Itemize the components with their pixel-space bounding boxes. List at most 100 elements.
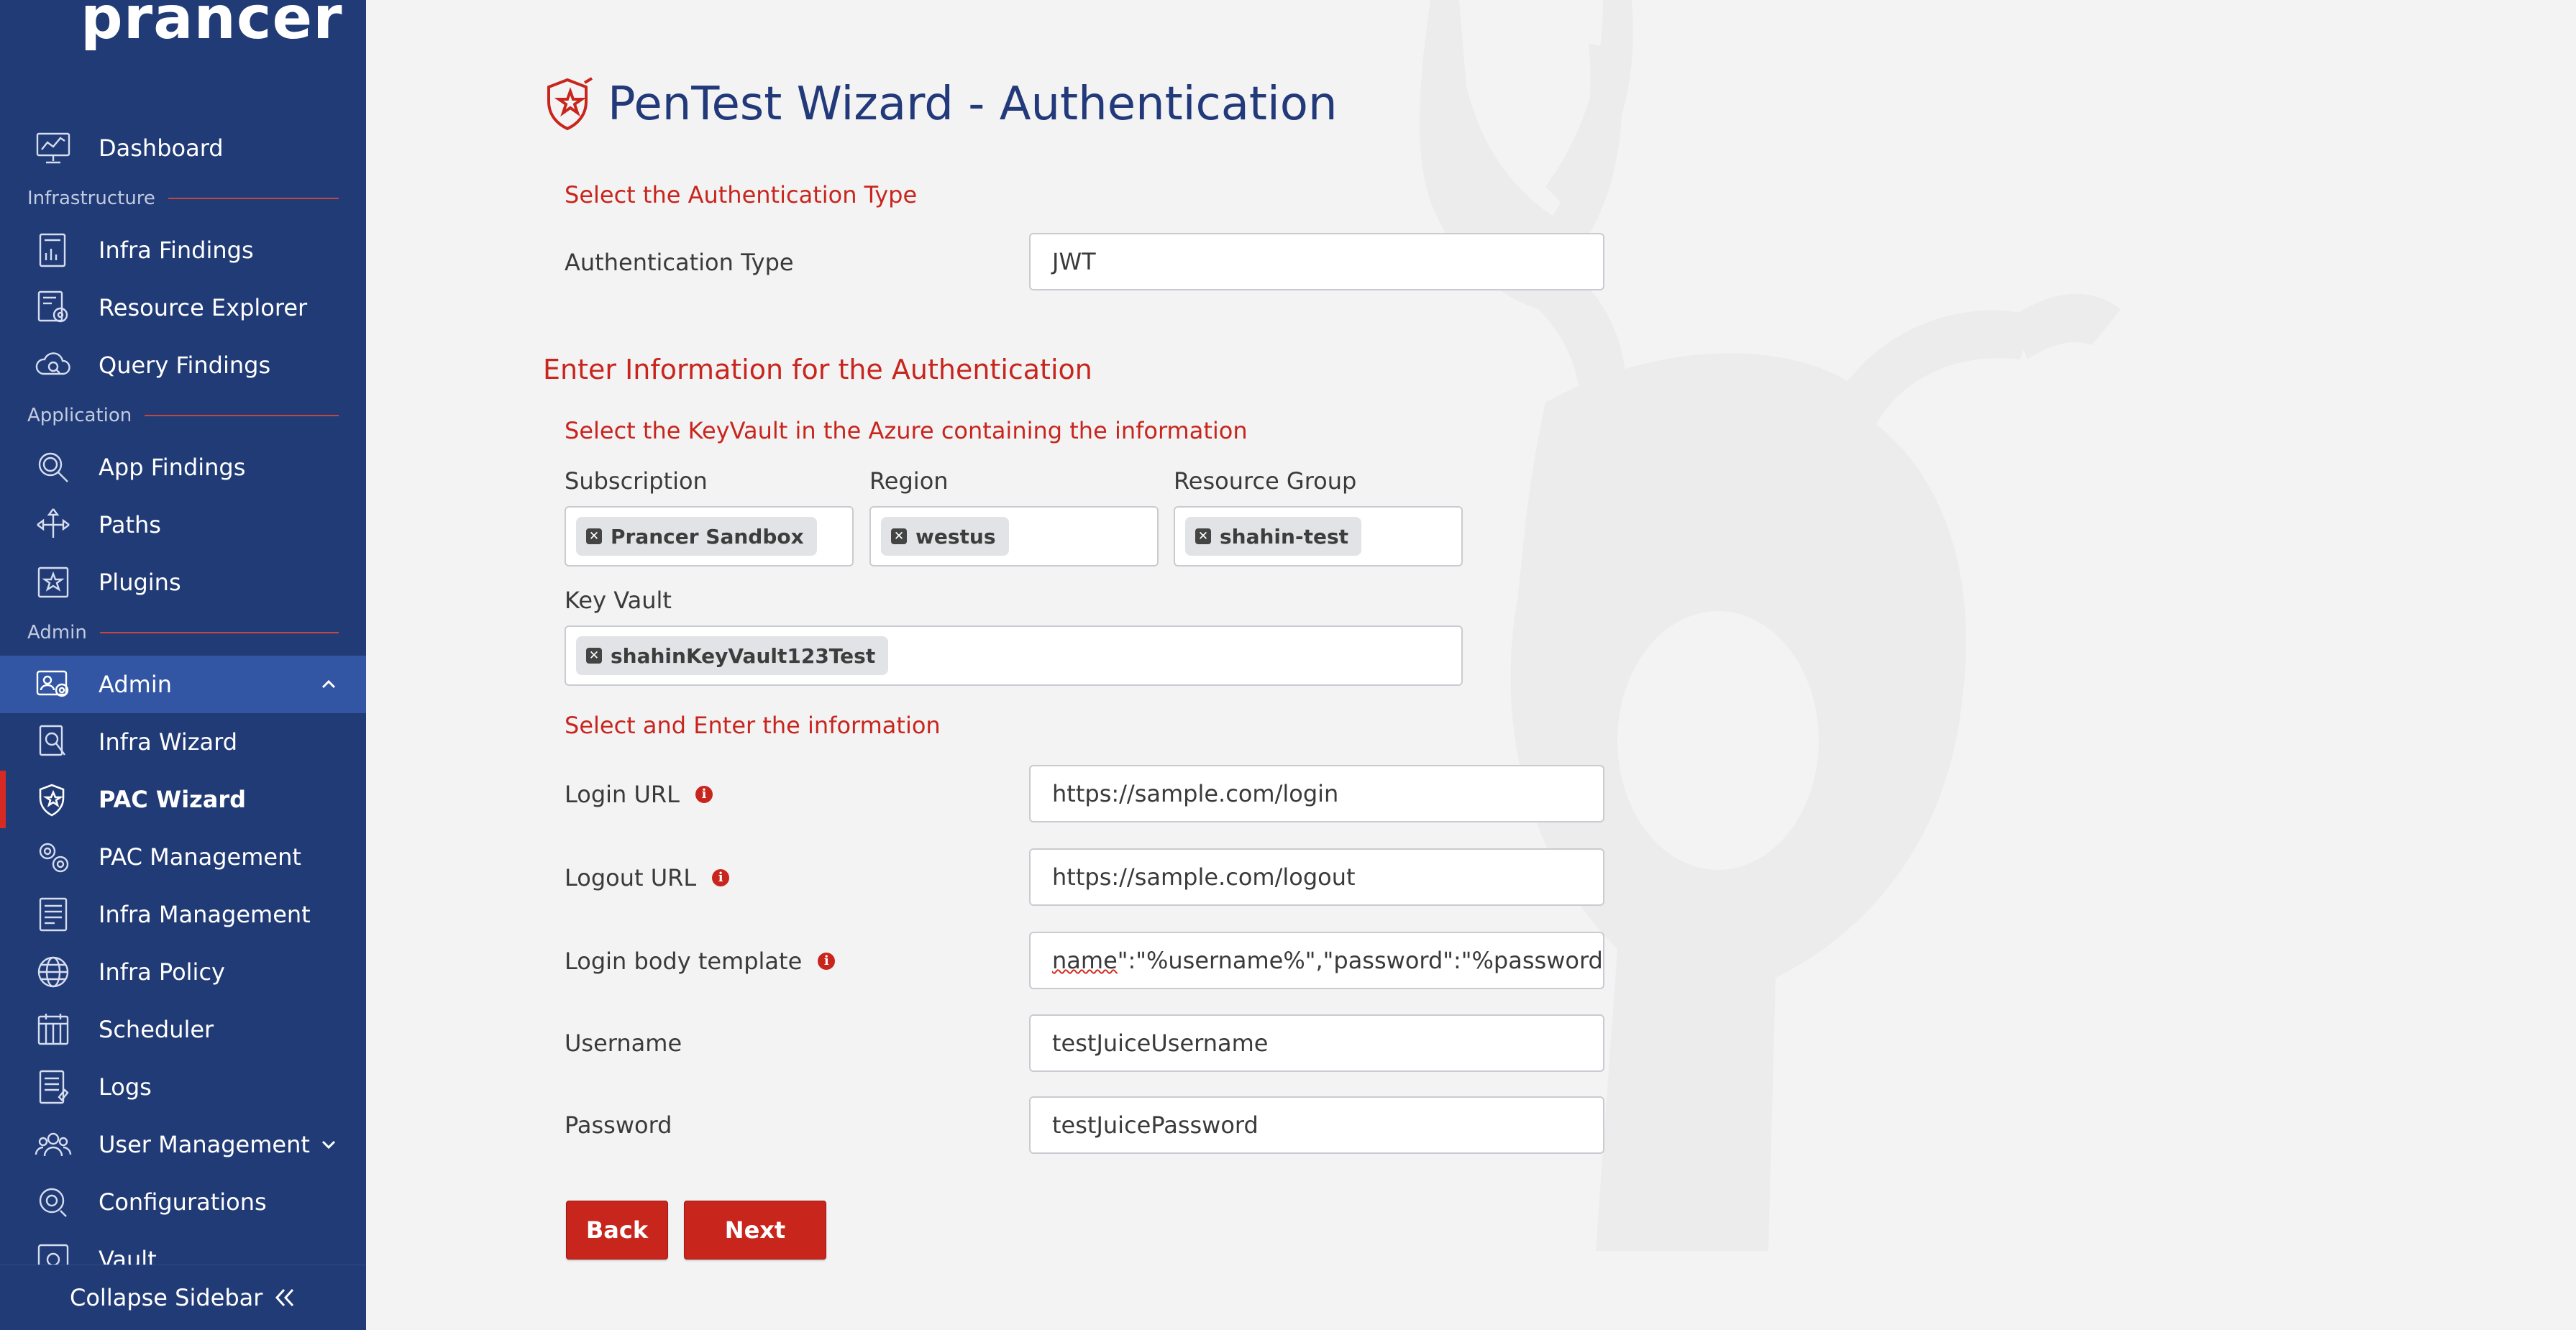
info-icon[interactable]: i [818, 953, 836, 970]
region-tag: ✕ westus [881, 517, 1009, 556]
resource-group-label: Resource Group [1174, 467, 1357, 495]
collapse-sidebar-button[interactable]: Collapse Sidebar [0, 1265, 366, 1330]
collapse-sidebar-label: Collapse Sidebar [70, 1284, 263, 1311]
shield-star-icon [547, 77, 593, 131]
main-content: PenTest Wizard - Authentication Select t… [366, 0, 2576, 1330]
login-body-value-prefix: name [1052, 947, 1118, 974]
select-auth-heading: Select the Authentication Type [565, 181, 918, 208]
keyvault-heading: Select the KeyVault in the Azure contain… [565, 417, 1248, 444]
sidebar-item-label: Infra Wizard [99, 728, 238, 756]
sidebar-item-label: Infra Management [99, 901, 311, 928]
users-icon [33, 1124, 73, 1165]
login-body-value-rest: ":"%username%","password":"%password%" [1117, 947, 1604, 974]
sidebar-item-query-findings[interactable]: Query Findings [0, 336, 366, 394]
region-label: Region [869, 467, 949, 495]
section-admin: Admin [27, 620, 339, 646]
key-vault-label: Key Vault [565, 587, 672, 614]
login-body-input[interactable]: name ":"%username%","password":"%password… [1029, 932, 1604, 989]
move-arrows-icon [33, 505, 73, 545]
sidebar-item-label: Paths [99, 511, 161, 538]
sidebar-item-app-findings[interactable]: App Findings [0, 439, 366, 496]
select-enter-heading: Select and Enter the information [565, 712, 941, 739]
subscription-multiselect[interactable]: ✕ Prancer Sandbox [565, 506, 854, 567]
sidebar-item-label: App Findings [99, 454, 246, 481]
page-title: PenTest Wizard - Authentication [608, 78, 1338, 131]
gears-icon [33, 837, 73, 877]
chevron-up-icon [321, 679, 336, 689]
sidebar-item-label: Admin [99, 671, 172, 698]
next-button[interactable]: Next [684, 1201, 826, 1260]
sidebar-item-admin[interactable]: Admin [0, 656, 366, 713]
cog-icon [33, 1182, 73, 1222]
remove-tag-icon[interactable]: ✕ [1195, 528, 1211, 544]
sidebar-item-infra-findings[interactable]: Infra Findings [0, 221, 366, 279]
sidebar-item-label: User Management [99, 1131, 310, 1158]
sidebar-item-resource-explorer[interactable]: Resource Explorer [0, 279, 366, 336]
sidebar-item-label: Scheduler [99, 1016, 214, 1043]
tag-label: westus [915, 524, 996, 549]
remove-tag-icon[interactable]: ✕ [891, 528, 907, 544]
sidebar-item-pac-wizard[interactable]: PAC Wizard [0, 771, 366, 828]
section-divider [168, 198, 339, 199]
enter-info-heading: Enter Information for the Authentication [543, 354, 1092, 385]
sidebar-item-label: Logs [99, 1073, 152, 1101]
username-label: Username [565, 1029, 682, 1057]
resource-gear-icon [33, 288, 73, 328]
username-value: testJuiceUsername [1052, 1029, 1269, 1057]
sidebar-item-paths[interactable]: Paths [0, 496, 366, 554]
username-input[interactable]: testJuiceUsername [1029, 1014, 1604, 1072]
login-url-label-text: Login URL [565, 781, 680, 808]
sidebar-item-configurations[interactable]: Configurations [0, 1173, 366, 1231]
sidebar: prancer Dashboard Infrastructure Infra F… [0, 0, 366, 1330]
page-header: PenTest Wizard - Authentication [543, 75, 1338, 133]
sidebar-item-label: Configurations [99, 1188, 267, 1216]
resource-group-multiselect[interactable]: ✕ shahin-test [1174, 506, 1463, 567]
section-divider [145, 415, 339, 416]
password-input[interactable]: testJuicePassword [1029, 1096, 1604, 1154]
log-file-icon [33, 1067, 73, 1107]
section-infrastructure: Infrastructure [27, 185, 339, 211]
sidebar-item-label: Query Findings [99, 352, 271, 379]
sidebar-item-pac-management[interactable]: PAC Management [0, 828, 366, 886]
back-button[interactable]: Back [566, 1201, 668, 1260]
logout-url-input[interactable]: https://sample.com/logout [1029, 848, 1604, 906]
auth-type-select[interactable]: JWT [1029, 233, 1604, 290]
info-icon[interactable]: i [695, 786, 713, 803]
sidebar-item-plugins[interactable]: Plugins [0, 554, 366, 611]
tag-label: Prancer Sandbox [611, 524, 804, 549]
chevron-down-icon[interactable] [319, 1134, 339, 1155]
section-label: Infrastructure [27, 188, 155, 209]
sidebar-item-dashboard[interactable]: Dashboard [0, 119, 366, 177]
sidebar-item-infra-management[interactable]: Infra Management [0, 886, 366, 943]
sidebar-item-label: PAC Wizard [99, 786, 247, 813]
sidebar-item-logs[interactable]: Logs [0, 1058, 366, 1116]
sidebar-item-label: Resource Explorer [99, 294, 308, 321]
remove-tag-icon[interactable]: ✕ [586, 528, 602, 544]
info-icon[interactable]: i [712, 869, 730, 886]
login-url-label: Login URL i [565, 781, 713, 808]
login-body-label-text: Login body template [565, 948, 803, 975]
sidebar-item-infra-policy[interactable]: Infra Policy [0, 943, 366, 1001]
login-url-input[interactable]: https://sample.com/login [1029, 765, 1604, 822]
wizard-doc-icon [33, 722, 73, 762]
region-multiselect[interactable]: ✕ westus [869, 506, 1159, 567]
admin-gear-icon [33, 664, 73, 705]
subscription-tag: ✕ Prancer Sandbox [576, 517, 817, 556]
sidebar-item-label: PAC Management [99, 843, 301, 871]
tag-label: shahin-test [1220, 524, 1349, 549]
remove-tag-icon[interactable]: ✕ [586, 648, 602, 664]
key-vault-multiselect[interactable]: ✕ shahinKeyVault123Test [565, 625, 1463, 686]
key-vault-tag: ✕ shahinKeyVault123Test [576, 636, 889, 675]
sidebar-item-scheduler[interactable]: Scheduler [0, 1001, 366, 1058]
auth-type-value: JWT [1052, 248, 1096, 275]
sidebar-item-infra-wizard[interactable]: Infra Wizard [0, 713, 366, 771]
section-label: Admin [27, 622, 87, 643]
subscription-label: Subscription [565, 467, 708, 495]
section-divider [99, 632, 339, 633]
password-label: Password [565, 1111, 672, 1139]
auth-type-label: Authentication Type [565, 249, 794, 276]
login-url-value: https://sample.com/login [1052, 780, 1339, 807]
sidebar-item-user-management[interactable]: User Management [0, 1116, 366, 1173]
tag-label: shahinKeyVault123Test [611, 643, 876, 668]
section-label: Application [27, 405, 132, 426]
